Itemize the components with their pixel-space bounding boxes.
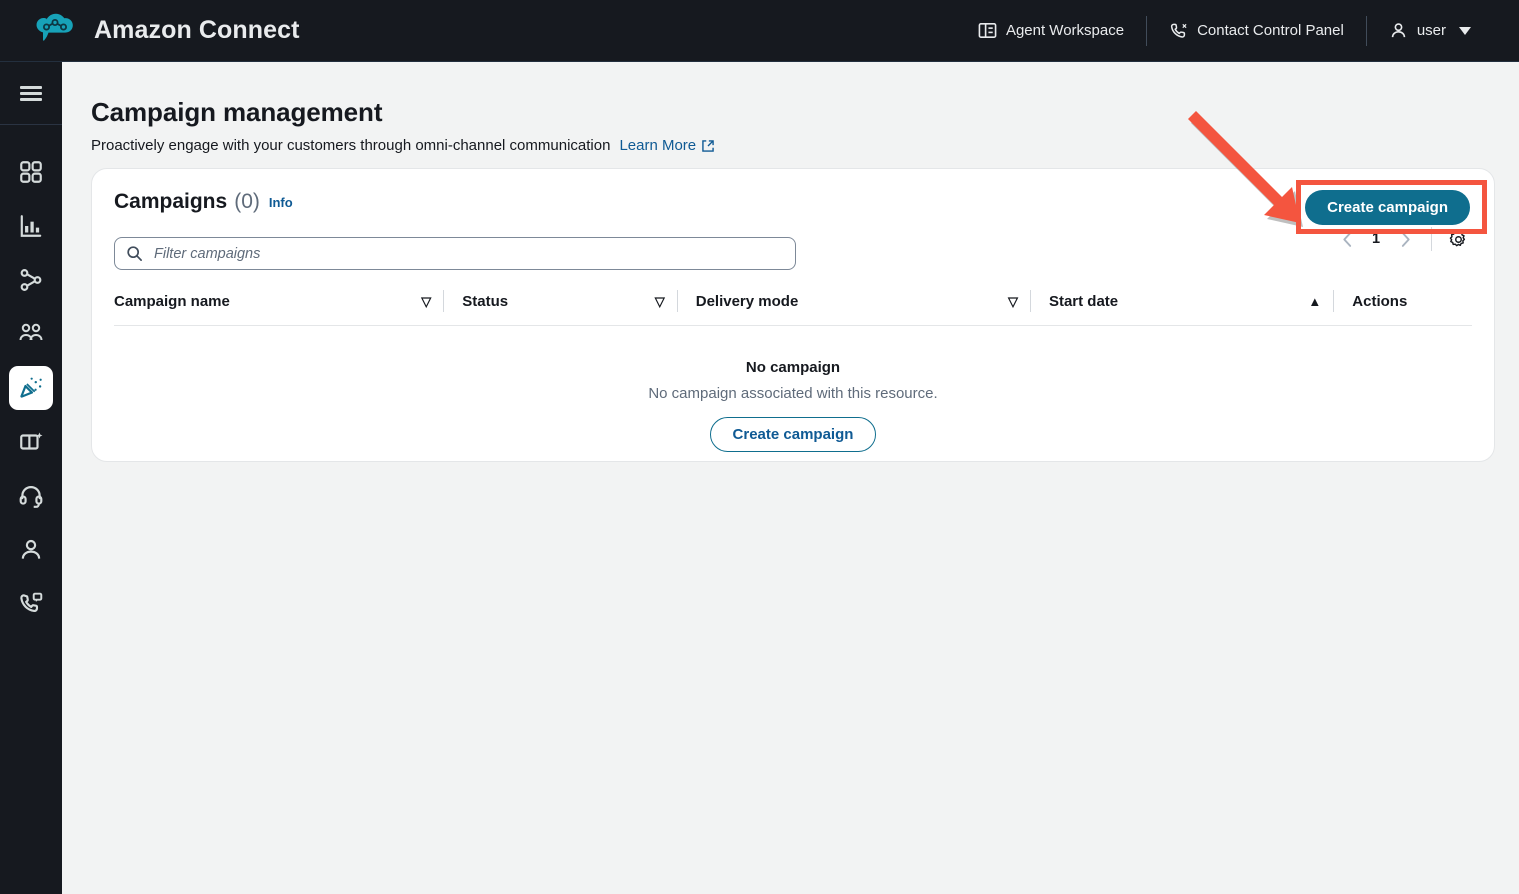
workspace-panel-icon [978, 21, 997, 40]
pagination-divider [1431, 227, 1432, 251]
info-link[interactable]: Info [269, 195, 293, 210]
card-header-actions: Create campaign [1305, 190, 1470, 225]
column-label-start-date: Start date [1049, 293, 1118, 310]
learn-more-label: Learn More [619, 137, 696, 154]
user-menu[interactable]: user [1367, 15, 1493, 47]
sidebar-item-analytics[interactable] [0, 199, 62, 253]
campaigns-count: (0) [234, 190, 260, 214]
empty-state: No campaign No campaign associated with … [114, 326, 1472, 452]
top-header-bar: Amazon Connect Agent Workspace Contact C… [0, 0, 1519, 62]
external-link-icon [701, 139, 715, 153]
page-title: Campaign management [91, 97, 1519, 128]
nav-agent-workspace[interactable]: Agent Workspace [956, 15, 1146, 47]
pagination-next-button[interactable] [1391, 225, 1419, 253]
sidebar-item-customer-profiles[interactable] [0, 523, 62, 577]
campaigns-title: Campaigns [114, 190, 227, 214]
empty-state-title: No campaign [114, 359, 1472, 376]
sort-icon-status[interactable]: ▽ [655, 295, 665, 308]
phone-chat-icon [18, 591, 44, 617]
phone-handset-icon [1169, 21, 1188, 40]
hamburger-menu-icon [20, 83, 42, 104]
column-header-status[interactable]: Status ▽ [462, 293, 677, 310]
user-avatar-icon [1389, 21, 1408, 40]
headset-icon [18, 483, 44, 509]
campaigns-card-header: Campaigns (0) Info Create campaign [92, 169, 1494, 225]
page-subtitle-row: Proactively engage with your customers t… [91, 137, 1519, 154]
nav-contact-control-panel-label: Contact Control Panel [1197, 22, 1344, 39]
column-header-campaign-name[interactable]: Campaign name ▽ [114, 293, 443, 310]
learn-more-link[interactable]: Learn More [619, 137, 715, 154]
column-divider-3 [1030, 290, 1031, 312]
book-sparkle-icon [18, 429, 44, 455]
empty-state-create-campaign-button[interactable]: Create campaign [710, 417, 877, 452]
column-label-campaign-name: Campaign name [114, 293, 230, 310]
sidebar-item-guides[interactable] [0, 415, 62, 469]
campaigns-title-group: Campaigns (0) Info [114, 190, 293, 214]
nav-agent-workspace-label: Agent Workspace [1006, 22, 1124, 39]
nav-contact-control-panel[interactable]: Contact Control Panel [1147, 15, 1366, 47]
sort-icon-delivery-mode[interactable]: ▽ [1008, 295, 1018, 308]
brand-area[interactable]: Amazon Connect [0, 7, 300, 55]
chevron-right-icon [1399, 231, 1412, 248]
sidebar-item-campaigns[interactable] [0, 361, 62, 415]
grid-dashboard-icon [18, 159, 44, 185]
page-subtitle: Proactively engage with your customers t… [91, 137, 610, 154]
flow-branch-icon [18, 267, 44, 293]
column-label-actions: Actions [1352, 293, 1407, 310]
sidebar-nav-list [0, 125, 62, 631]
campaigns-card: Campaigns (0) Info Create campaign [91, 168, 1495, 462]
brand-title: Amazon Connect [94, 16, 300, 45]
chevron-left-icon [1341, 231, 1354, 248]
sidebar-item-flows[interactable] [0, 253, 62, 307]
column-divider-1 [443, 290, 444, 312]
column-label-status: Status [462, 293, 508, 310]
campaigns-table: Campaign name ▽ Status ▽ Delivery mode ▽… [114, 290, 1472, 452]
column-divider-2 [677, 290, 678, 312]
pagination-previous-button[interactable] [1333, 225, 1361, 253]
main-content-area: Campaign management Proactively engage w… [62, 62, 1519, 894]
column-header-delivery-mode[interactable]: Delivery mode ▽ [696, 293, 1030, 310]
pagination-controls: 1 [1333, 225, 1472, 253]
column-header-start-date[interactable]: Start date ▲ [1049, 293, 1333, 310]
users-group-icon [17, 320, 45, 348]
user-menu-label: user [1417, 22, 1446, 39]
filter-campaigns-box[interactable] [114, 237, 796, 270]
column-header-actions: Actions [1352, 293, 1472, 310]
search-icon [126, 245, 143, 262]
search-input[interactable] [152, 245, 784, 263]
sidebar-item-agent-desktop[interactable] [0, 469, 62, 523]
filter-row [92, 225, 1494, 270]
table-preferences-button[interactable] [1444, 225, 1472, 253]
sort-icon-campaign-name[interactable]: ▽ [421, 295, 431, 308]
table-header-row: Campaign name ▽ Status ▽ Delivery mode ▽… [114, 290, 1472, 326]
person-icon [18, 537, 44, 563]
sidebar-item-users[interactable] [0, 307, 62, 361]
sidebar-item-dashboard[interactable] [0, 145, 62, 199]
left-sidebar [0, 62, 62, 894]
sidebar-item-contact-channels[interactable] [0, 577, 62, 631]
sort-icon-start-date[interactable]: ▲ [1308, 295, 1321, 308]
top-navigation: Agent Workspace Contact Control Panel us… [956, 0, 1519, 62]
sidebar-toggle-button[interactable] [0, 62, 62, 125]
gear-icon [1449, 230, 1468, 249]
create-campaign-button[interactable]: Create campaign [1305, 190, 1470, 225]
chevron-down-icon [1459, 27, 1471, 35]
amazon-connect-cloud-icon [32, 7, 80, 55]
bar-chart-icon [18, 213, 44, 239]
megaphone-campaign-icon [18, 375, 44, 401]
column-label-delivery-mode: Delivery mode [696, 293, 799, 310]
pagination-page-1[interactable]: 1 [1363, 231, 1389, 247]
page-header: Campaign management Proactively engage w… [62, 62, 1519, 154]
empty-state-description: No campaign associated with this resourc… [114, 385, 1472, 402]
column-divider-4 [1333, 290, 1334, 312]
